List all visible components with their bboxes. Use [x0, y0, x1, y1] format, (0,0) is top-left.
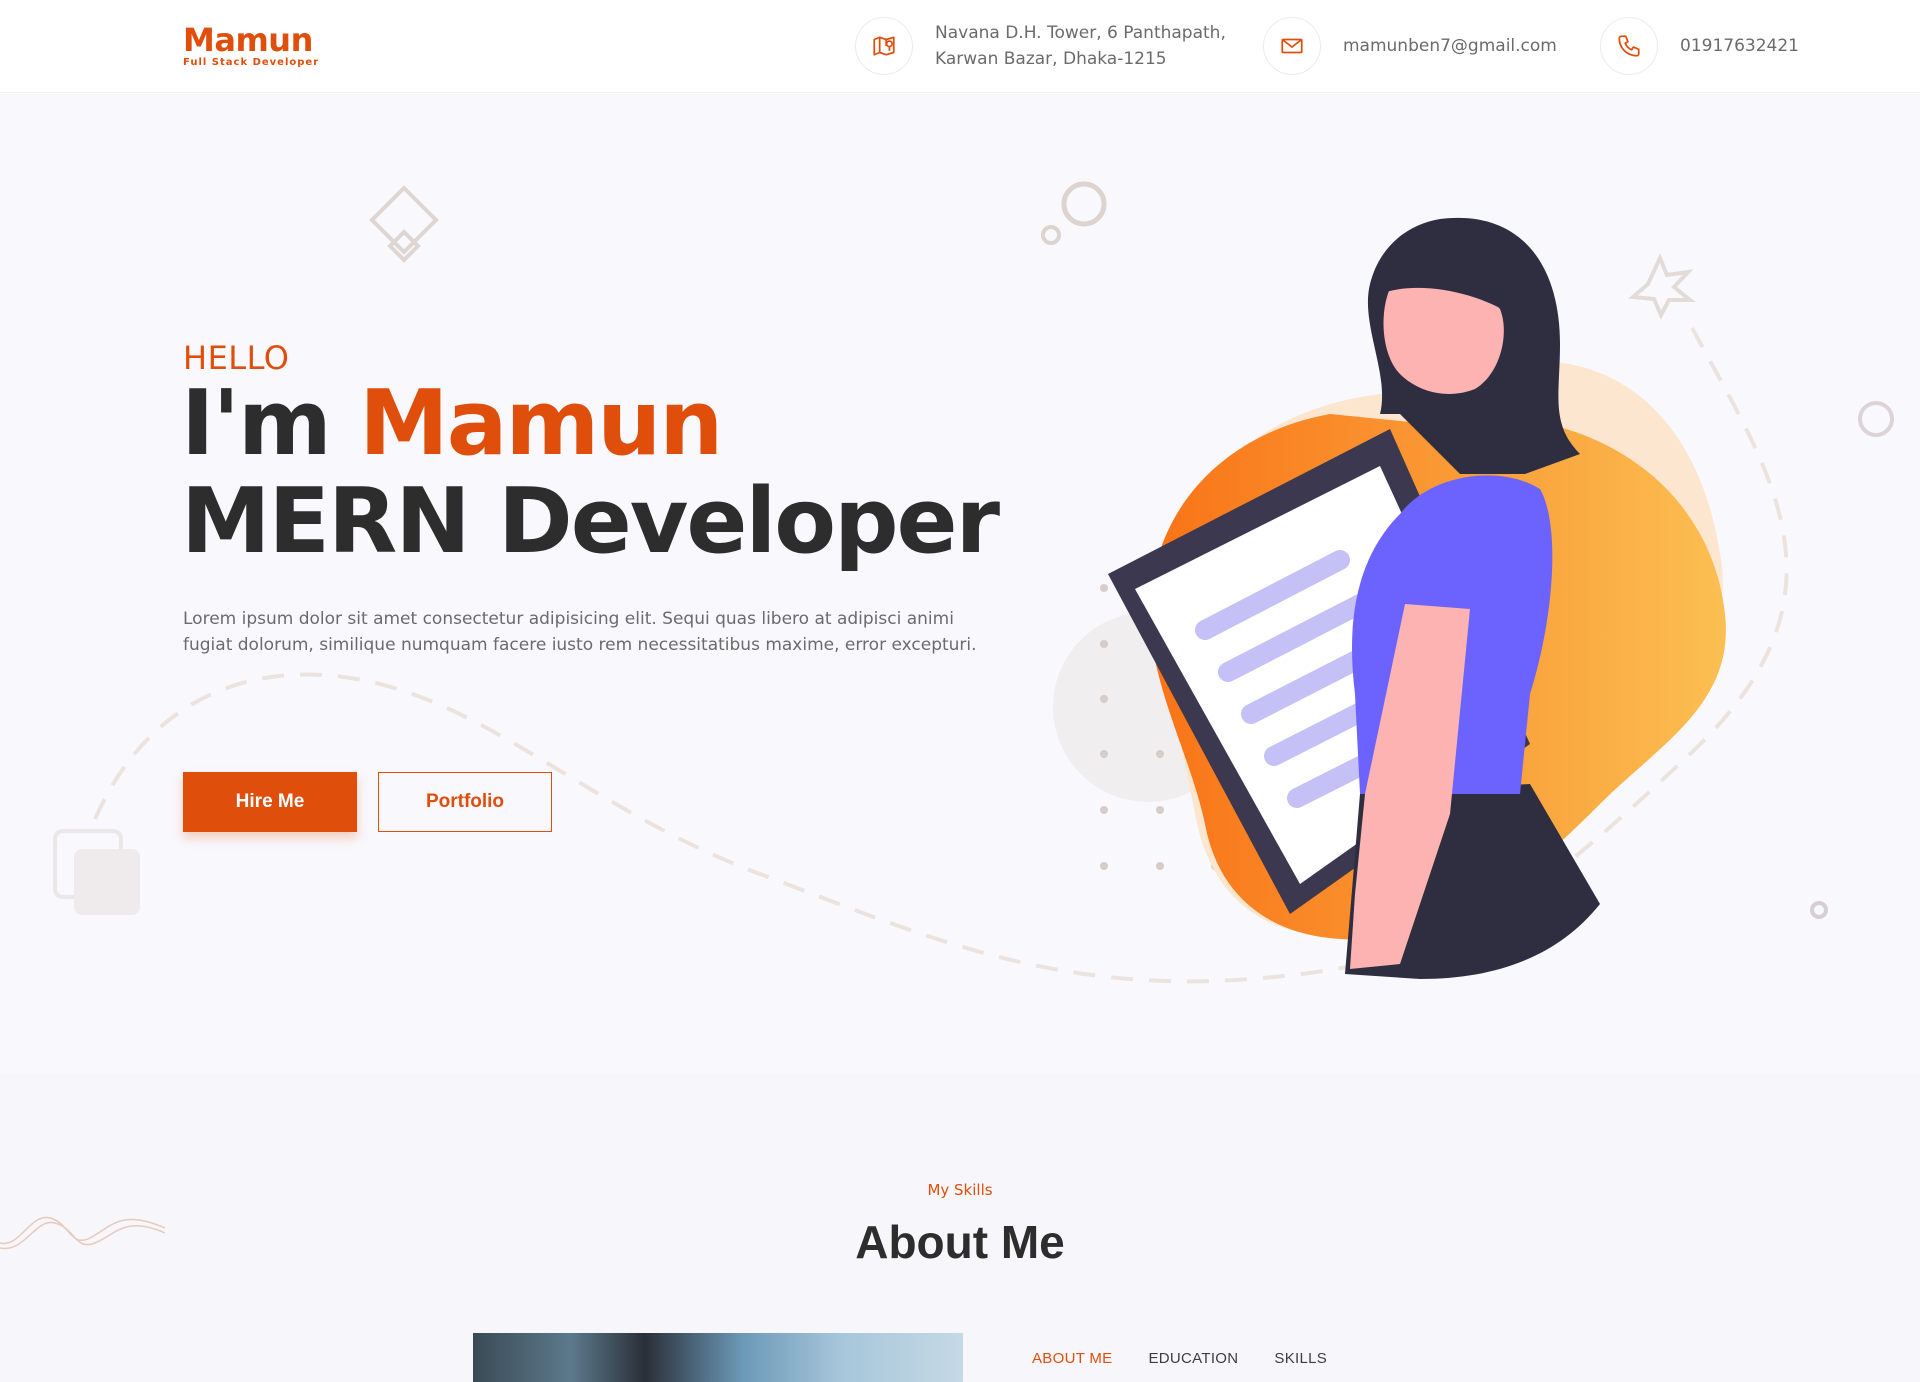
ring-tiny: [1810, 901, 1828, 919]
diamond-shape: [369, 185, 439, 263]
ring-right: [1858, 401, 1894, 437]
hero-section: HELLO I'm Mamun MERN Developer Lorem ips…: [0, 94, 1920, 1073]
hero-title-prefix: I'm: [181, 371, 360, 476]
map-icon: [855, 17, 913, 75]
contact-address: Navana D.H. Tower, 6 Panthapath, Karwan …: [855, 17, 1226, 75]
ring-shape: [1061, 181, 1107, 227]
star-shape: [1628, 253, 1696, 320]
portfolio-button[interactable]: Portfolio: [378, 772, 552, 832]
phone-icon: [1600, 17, 1658, 75]
ring-small: [1041, 225, 1061, 245]
section-kicker: My Skills: [927, 1181, 993, 1199]
site-header: Mamun Full Stack Developer Navana D.H. T…: [0, 0, 1920, 93]
square-filled: [74, 849, 140, 915]
contact-phone: 01917632421: [1600, 17, 1799, 75]
about-section: My Skills About Me ABOUT ME EDUCATION SK…: [0, 1073, 1920, 1382]
about-tabs: ABOUT ME EDUCATION SKILLS: [1032, 1350, 1363, 1367]
contact-email: mamunben7@gmail.com: [1263, 17, 1557, 75]
logo[interactable]: Mamun Full Stack Developer: [183, 22, 319, 68]
hero-intro: Lorem ipsum dolor sit amet consectetur a…: [183, 609, 977, 655]
logo-tagline: Full Stack Developer: [183, 57, 320, 68]
mail-icon: [1263, 17, 1321, 75]
hero-role: MERN Developer: [181, 469, 1000, 574]
hero-decorations: [53, 181, 1894, 984]
tab-about-me[interactable]: ABOUT ME: [1032, 1350, 1112, 1367]
tab-skills[interactable]: SKILLS: [1274, 1350, 1327, 1367]
developer-illustration: [1108, 217, 1726, 979]
hero-title: I'm Mamun: [181, 371, 723, 476]
phone-link[interactable]: 01917632421: [1680, 33, 1799, 59]
address-text: Navana D.H. Tower, 6 Panthapath, Karwan …: [935, 20, 1226, 72]
profile-photo: [473, 1333, 963, 1382]
address-line-2: Karwan Bazar, Dhaka-1215: [935, 49, 1167, 69]
hero-title-name: Mamun: [359, 371, 723, 476]
tab-education[interactable]: EDUCATION: [1148, 1350, 1238, 1367]
address-line-1: Navana D.H. Tower, 6 Panthapath,: [935, 23, 1226, 43]
section-title: About Me: [855, 1216, 1065, 1268]
email-link[interactable]: mamunben7@gmail.com: [1343, 33, 1557, 59]
hire-me-button[interactable]: Hire Me: [183, 772, 357, 832]
logo-name: Mamun: [183, 21, 313, 59]
